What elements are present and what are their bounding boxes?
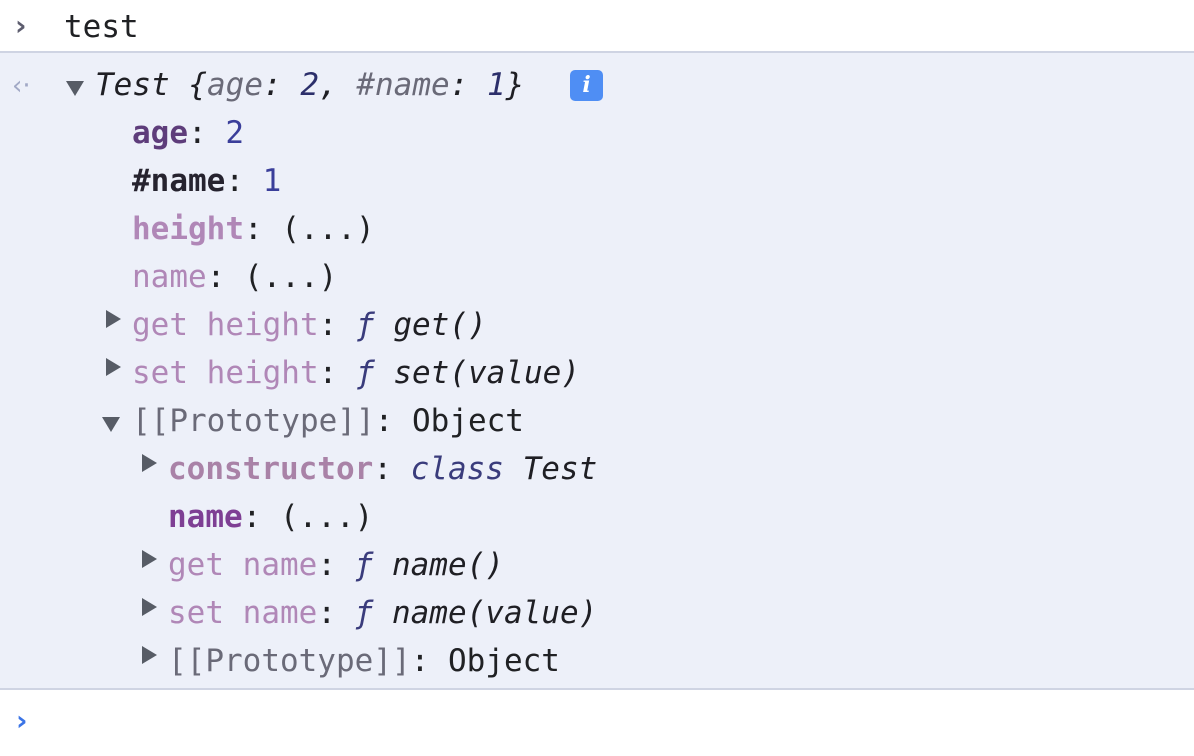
function-signature: name()	[391, 547, 504, 583]
property-key: constructor	[168, 451, 374, 487]
expand-triangle-icon[interactable]	[142, 454, 157, 472]
lazy-value-button[interactable]: (...)	[244, 259, 337, 295]
function-signature: set(value)	[393, 355, 580, 391]
function-icon: ƒ	[355, 307, 375, 343]
property-row-get-height[interactable]: get height: ƒ get()	[132, 301, 487, 349]
function-icon: ƒ	[354, 547, 374, 583]
property-key: name	[168, 499, 243, 535]
function-icon: ƒ	[355, 355, 375, 391]
property-key: set height	[132, 355, 319, 391]
property-row-height[interactable]: height: (...)	[132, 205, 375, 253]
property-key: name	[132, 259, 207, 295]
property-key: set name	[168, 595, 318, 631]
info-icon[interactable]: i	[570, 70, 603, 101]
open-brace: {	[188, 67, 207, 103]
property-row-constructor[interactable]: constructor: class Test	[168, 445, 597, 493]
property-value: 2	[225, 115, 244, 151]
property-row-private-name: #name: 1	[132, 157, 281, 205]
function-signature: get()	[393, 307, 487, 343]
expand-triangle-icon[interactable]	[142, 646, 157, 664]
object-summary[interactable]: Test {age: 2, #name: 1}	[95, 61, 524, 109]
property-row-name[interactable]: name: (...)	[132, 253, 337, 301]
colon: :	[317, 595, 355, 631]
property-key: get name	[168, 547, 318, 583]
property-row-proto-name[interactable]: name: (...)	[168, 493, 373, 541]
colon: :	[317, 547, 355, 583]
expand-triangle-icon[interactable]	[142, 550, 157, 568]
colon: :	[206, 259, 244, 295]
devtools-console: › test ‹· Test {age: 2, #name: 1} i age:…	[0, 0, 1194, 756]
colon: :	[225, 163, 263, 199]
lazy-value-button[interactable]: (...)	[280, 499, 373, 535]
function-signature: name(value)	[391, 595, 598, 631]
property-row-set-height[interactable]: set height: ƒ set(value)	[132, 349, 580, 397]
summary-value-private-name: 1	[486, 67, 506, 103]
summary-sep: :	[263, 67, 301, 103]
expand-triangle-icon[interactable]	[106, 310, 121, 328]
property-value: Object	[411, 403, 524, 439]
property-key: age	[132, 115, 188, 151]
colon: :	[243, 211, 282, 247]
chevron-right-icon: ›	[16, 704, 28, 737]
colon: :	[373, 451, 411, 487]
colon: :	[242, 499, 280, 535]
property-value: Object	[447, 643, 560, 679]
expand-triangle-icon[interactable]	[142, 598, 157, 616]
property-row-prototype[interactable]: [[Prototype]]: Object	[132, 397, 524, 445]
colon: :	[318, 307, 356, 343]
summary-key-age: age	[207, 67, 263, 103]
lazy-value-button[interactable]: (...)	[281, 211, 374, 247]
return-arrow-icon: ‹·	[12, 71, 31, 101]
class-keyword: class	[410, 451, 504, 487]
summary-sep: :	[449, 67, 487, 103]
console-input-echo: › test	[0, 0, 1194, 53]
property-key: #name	[132, 163, 226, 199]
colon: :	[318, 355, 356, 391]
summary-key-private-name: #name	[356, 67, 450, 103]
property-row-set-name[interactable]: set name: ƒ name(value)	[168, 589, 597, 637]
summary-value-age: 2	[300, 67, 319, 103]
command-text: test	[64, 9, 139, 45]
property-key: [[Prototype]]	[132, 403, 375, 439]
property-row-age: age: 2	[132, 109, 244, 157]
colon: :	[410, 643, 448, 679]
property-key: height	[132, 211, 244, 247]
summary-comma: ,	[319, 67, 357, 103]
colon: :	[188, 115, 226, 151]
chevron-right-icon: ›	[15, 9, 27, 42]
property-row-get-name[interactable]: get name: ƒ name()	[168, 541, 504, 589]
property-row-inner-prototype[interactable]: [[Prototype]]: Object	[168, 637, 560, 685]
property-key: get height	[132, 307, 319, 343]
collapse-triangle-icon[interactable]	[102, 417, 120, 432]
expand-triangle-icon[interactable]	[106, 358, 121, 376]
console-prompt[interactable]: ›	[0, 688, 1194, 756]
class-name: Test	[522, 451, 598, 487]
console-result: ‹· Test {age: 2, #name: 1} i age: 2 #nam…	[0, 53, 1194, 688]
close-brace: }	[505, 67, 525, 103]
class-name: Test	[95, 67, 170, 103]
property-key: [[Prototype]]	[168, 643, 411, 679]
property-value: 1	[262, 163, 282, 199]
colon: :	[374, 403, 412, 439]
function-icon: ƒ	[354, 595, 374, 631]
collapse-triangle-icon[interactable]	[66, 81, 84, 96]
